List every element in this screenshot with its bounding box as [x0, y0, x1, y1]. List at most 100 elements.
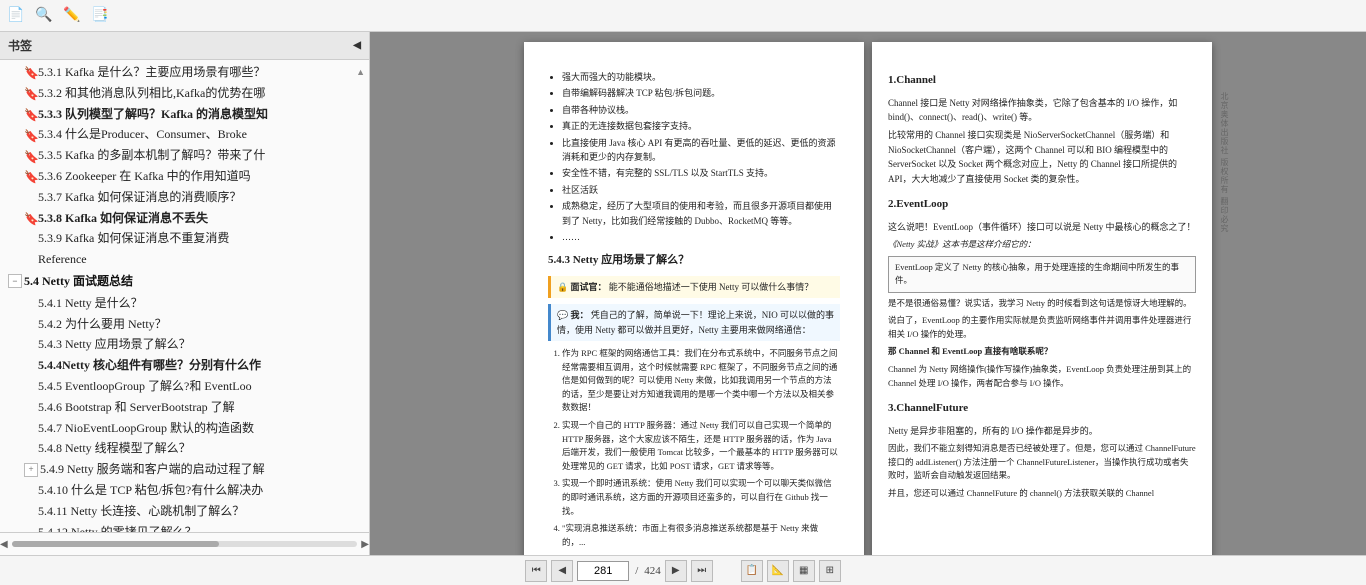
toc-label-5410: 5.4.10 什么是 TCP 粘包/拆包?有什么解决办	[24, 482, 365, 499]
question-text-1: 能不能通俗地描述一下使用 Netty 可以做什么事情？	[609, 282, 814, 292]
toolbar-bookmark-icon[interactable]: 📑	[88, 4, 112, 28]
channel-detail: 比较常用的 Channel 接口实现类是 NioServerSocketChan…	[888, 128, 1196, 186]
toc-item-538[interactable]: 🔖 5.3.8 Kafka 如何保证消息不丢失	[0, 208, 369, 229]
scroll-right-btn[interactable]: ▶	[361, 535, 369, 553]
view-mode-btn-1[interactable]: ▦	[793, 560, 815, 582]
app-container: 📄 🔍 ✏️ 📑 书签 ◀ 🔖 5.3.1 Kafka 是什么？主要应用场景有哪…	[0, 0, 1366, 585]
eventloop-body: 这么说吧！EventLoop（事件循环）接口可以说是 Netty 中最核心的概念…	[888, 220, 1196, 234]
last-page-btn[interactable]: ⏭	[691, 560, 713, 582]
toc-item-537[interactable]: 5.3.7 Kafka 如何保证消息的消费顺序？	[0, 187, 369, 208]
toc-item-534[interactable]: 🔖 5.3.4 什么是Producer、Consumer、Broke	[0, 124, 369, 145]
bookmark-icon-534: 🔖	[24, 128, 34, 142]
left-panel-header: 书签 ◀	[0, 32, 369, 60]
copy-tool-btn[interactable]: 📋	[741, 560, 763, 582]
view-mode-btn-2[interactable]: ⊞	[819, 560, 841, 582]
eventloop-quote-text: EventLoop 定义了 Netty 的核心抽象，用于处理连接的生命期间中所发…	[895, 262, 1179, 286]
toc-item-546[interactable]: 5.4.6 Bootstrap 和 ServerBootstrap 了解	[0, 397, 369, 418]
eventloop-detail: 说白了，EventLoop 的主要作用实际就是负责监听网络事件并调用事件处理器进…	[888, 314, 1196, 341]
measure-tool-btn[interactable]: 📐	[767, 560, 789, 582]
toc-item-531[interactable]: 🔖 5.3.1 Kafka 是什么？主要应用场景有哪些？ ▲	[0, 62, 369, 83]
collapse-panel-icon[interactable]: ◀	[353, 40, 361, 51]
scroll-up-icon[interactable]: ▲	[356, 66, 365, 79]
list-item-2: 实现一个自己的 HTTP 服务器：通过 Netty 我们可以自己实现一个简单的 …	[562, 419, 840, 473]
bookmark-icon-538: 🔖	[24, 211, 34, 225]
toc-item-544[interactable]: 5.4.4Netty 核心组件有哪些？分别有什么作	[0, 355, 369, 376]
toolbar-edit-icon[interactable]: ✏️	[60, 4, 84, 28]
bullet-2: 自带编解码器解决 TCP 粘包/拆包问题。	[562, 86, 840, 100]
toc-container[interactable]: 🔖 5.3.1 Kafka 是什么？主要应用场景有哪些？ ▲ 🔖 5.3.2 和…	[0, 60, 369, 532]
toc-item-5411[interactable]: 5.4.11 Netty 长连接、心跳机制了解么？	[0, 501, 369, 522]
toolbar-search-icon[interactable]: 🔍	[32, 4, 56, 28]
toc-label-reference: Reference	[24, 251, 365, 268]
bullet-4: 真正的无连接数据包套接字支持。	[562, 119, 840, 133]
toc-item-539[interactable]: 5.3.9 Kafka 如何保证消息不重复消费	[0, 228, 369, 249]
bookmark-icon-532: 🔖	[24, 86, 34, 100]
page-content-left: 强大而强大的功能模块。 自带编解码器解决 TCP 粘包/拆包问题。 自带各种协议…	[548, 70, 840, 555]
toc-item-54[interactable]: − 5.4 Netty 面试题总结	[0, 270, 369, 293]
toc-label-548: 5.4.8 Netty 线程模型了解么？	[24, 440, 365, 457]
toc-label-534: 5.3.4 什么是Producer、Consumer、Broke	[38, 126, 365, 143]
scroll-left-btn[interactable]: ◀	[0, 535, 8, 553]
bookmark-icon-531: 🔖	[24, 65, 34, 79]
next-page-btn[interactable]: ▶	[665, 560, 687, 582]
channel-body: Channel 接口是 Netty 对网络操作抽象类，它除了包含基本的 I/O …	[888, 96, 1196, 125]
toc-item-533[interactable]: 🔖 5.3.3 队列模型了解吗？Kafka 的消息模型知	[0, 104, 369, 125]
first-page-btn[interactable]: ⏮	[525, 560, 547, 582]
left-panel-bottom-bar: ◀ ▶	[0, 532, 369, 555]
section-channel: 1.Channel Channel 接口是 Netty 对网络操作抽象类，它除了…	[888, 72, 1196, 186]
toc-label-532: 5.3.2 和其他消息队列相比,Kafka的优势在哪	[38, 85, 365, 102]
eventloop-answer: Channel 为 Netty 网络操作(操作写操作)抽象类，EventLoop…	[888, 363, 1196, 390]
bullet-9: ……	[562, 230, 840, 244]
toc-item-549[interactable]: + 5.4.9 Netty 服务端和客户端的启动过程了解	[0, 459, 369, 480]
channelfuture-title: 3.ChannelFuture	[888, 400, 1196, 418]
toc-item-541[interactable]: 5.4.1 Netty 是什么？	[0, 293, 369, 314]
left-panel: 书签 ◀ 🔖 5.3.1 Kafka 是什么？主要应用场景有哪些？ ▲ 🔖 5.…	[0, 32, 370, 555]
list-item-4: "实现消息推送系统：市面上有很多消息推送系统都是基于 Netty 来做的，...	[562, 522, 840, 549]
toc-label-546: 5.4.6 Bootstrap 和 ServerBootstrap 了解	[24, 399, 365, 416]
toc-item-535[interactable]: 🔖 5.3.5 Kafka 的多副本机制了解吗？带来了什	[0, 145, 369, 166]
total-pages: 424	[644, 565, 661, 577]
bullet-6: 安全性不错，有完整的 SSL/TLS 以及 StartTLS 支持。	[562, 166, 840, 180]
expand-icon-549[interactable]: +	[24, 463, 38, 477]
channelfuture-detail: 因此，我们不能立刻得知消息是否已经被处理了。但是，您可以通过 ChannelFu…	[888, 442, 1196, 483]
channelfuture-body: Netty 是异步非阻塞的，所有的 I/O 操作都是异步的。	[888, 424, 1196, 438]
section-eventloop: 2.EventLoop 这么说吧！EventLoop（事件循环）接口可以说是 N…	[888, 196, 1196, 390]
bullet-5: 比直接使用 Java 核心 API 有更高的吞吐量、更低的延迟、更低的资源消耗和…	[562, 136, 840, 165]
page-number-input[interactable]	[577, 561, 629, 581]
toc-item-532[interactable]: 🔖 5.3.2 和其他消息队列相比,Kafka的优势在哪	[0, 83, 369, 104]
toc-item-545[interactable]: 5.4.5 EventloopGroup 了解么?和 EventLoo	[0, 376, 369, 397]
answer-text-1: 凭自己的了解，简单说一下！理论上来说，NIO 可以以做的事情，使用 Netty …	[557, 310, 834, 334]
toc-item-5412[interactable]: 5.4.12 Netty 的零拷贝了解么？	[0, 522, 369, 532]
bottom-toolbar: ⏮ ◀ / 424 ▶ ⏭ 📋 📐 ▦ ⊞	[0, 555, 1366, 585]
answer-label-1: 💬 我：	[557, 310, 588, 320]
toc-item-542[interactable]: 5.4.2 为什么要用 Netty？	[0, 314, 369, 335]
toolbar-new-icon[interactable]: 📄	[4, 4, 28, 28]
page-left: 强大而强大的功能模块。 自带编解码器解决 TCP 粘包/拆包问题。 自带各种协议…	[524, 42, 864, 555]
toc-label-543: 5.4.3 Netty 应用场景了解么？	[24, 336, 365, 353]
eventloop-quote-pre: 《Netty 实战》这本书是这样介绍它的：	[888, 238, 1196, 252]
toc-item-543[interactable]: 5.4.3 Netty 应用场景了解么？	[0, 334, 369, 355]
toc-item-reference[interactable]: Reference	[0, 249, 369, 270]
prev-page-btn[interactable]: ◀	[551, 560, 573, 582]
list-item-1: 作为 RPC 框架的网络通信工具：我们在分布式系统中，不同服务节点之间经常需要相…	[562, 347, 840, 415]
toc-item-548[interactable]: 5.4.8 Netty 线程模型了解么？	[0, 438, 369, 459]
toc-label-544: 5.4.4Netty 核心组件有哪些？分别有什么作	[24, 357, 365, 374]
page-separator: /	[633, 565, 640, 577]
toc-item-536[interactable]: 🔖 5.3.6 Zookeeper 在 Kafka 中的作用知道吗	[0, 166, 369, 187]
bookmark-icon-536: 🔖	[24, 169, 34, 183]
eventloop-post: 是不是很通俗易懂？说实话，我学习 Netty 的时候看到这句话是惊讶大地理解的。	[888, 297, 1196, 311]
expand-icon-54[interactable]: −	[8, 274, 22, 288]
toc-label-545: 5.4.5 EventloopGroup 了解么?和 EventLoo	[24, 378, 365, 395]
section-543-title: 5.4.3 Netty 应用场景了解么？	[548, 252, 840, 270]
channel-title: 1.Channel	[888, 72, 1196, 90]
eventloop-title: 2.EventLoop	[888, 196, 1196, 214]
channelfuture-footer: 并且，您还可以通过 ChannelFuture 的 channel() 方法获取…	[888, 487, 1196, 501]
toc-label-5412: 5.4.12 Netty 的零拷贝了解么？	[24, 524, 365, 532]
question-block-1: 🔒 面试官： 能不能通俗地描述一下使用 Netty 可以做什么事情？	[548, 276, 840, 298]
bullet-1: 强大而强大的功能模块。	[562, 70, 840, 84]
toc-item-547[interactable]: 5.4.7 NioEventLoopGroup 默认的构造函数	[0, 418, 369, 439]
toc-item-5410[interactable]: 5.4.10 什么是 TCP 粘包/拆包?有什么解决办	[0, 480, 369, 501]
eventloop-quote: EventLoop 定义了 Netty 的核心抽象，用于处理连接的生命期间中所发…	[888, 256, 1196, 293]
answer-block-1: 💬 我： 凭自己的了解，简单说一下！理论上来说，NIO 可以以做的事情，使用 N…	[548, 304, 840, 341]
eventloop-question: 那 Channel 和 EventLoop 直接有啥联系呢？	[888, 345, 1196, 359]
